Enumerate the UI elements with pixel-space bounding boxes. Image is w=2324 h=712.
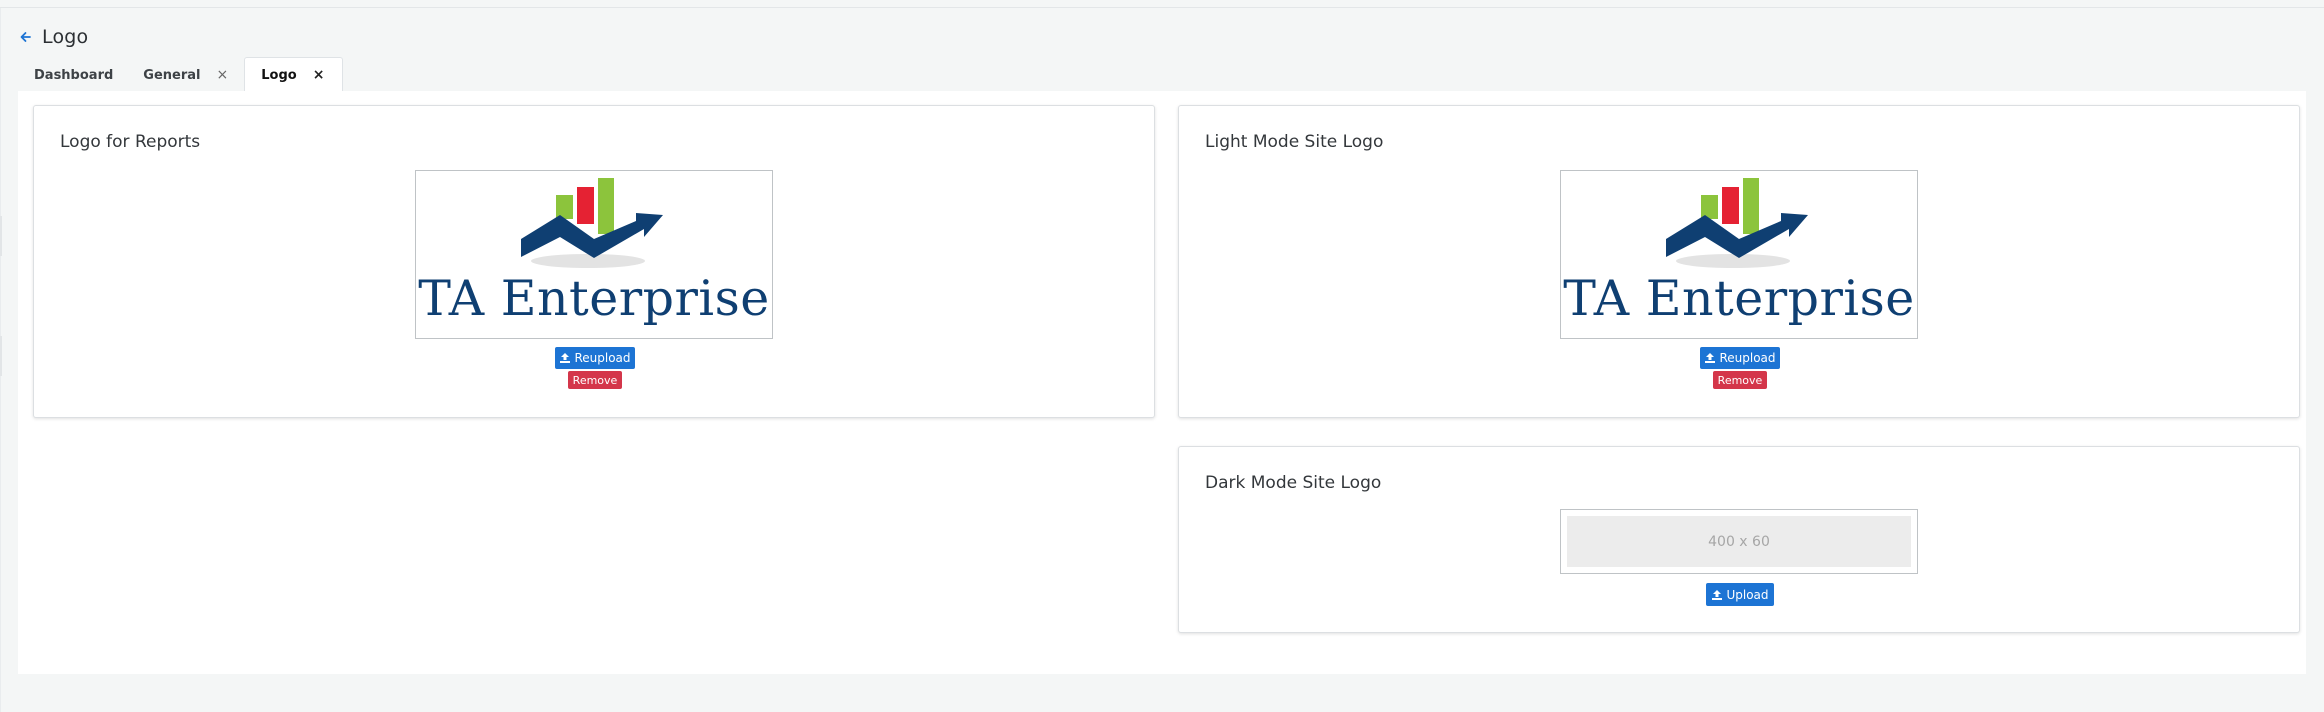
- logo-text: TA Enterprise: [1563, 270, 1915, 327]
- tab-bar: Dashboard General × Logo ×: [18, 56, 344, 92]
- content-panel: Logo for Reports TA Enterprise Reupload …: [18, 91, 2306, 674]
- tab-label: General: [143, 67, 201, 83]
- left-sidebar-marker: [0, 216, 2, 256]
- card-title: Logo for Reports: [60, 132, 201, 152]
- placeholder-image: 400 x 60: [1567, 516, 1911, 567]
- remove-button[interactable]: Remove: [1713, 371, 1767, 389]
- light-mode-logo-card: Light Mode Site Logo TA Enterprise Reupl…: [1178, 105, 2300, 418]
- close-icon[interactable]: ×: [217, 68, 229, 82]
- tab-label: Dashboard: [34, 67, 114, 83]
- left-sidebar-marker: [0, 336, 2, 376]
- tab-logo[interactable]: Logo ×: [244, 57, 344, 92]
- reports-logo-card: Logo for Reports TA Enterprise Reupload …: [33, 105, 1155, 418]
- button-label: Upload: [1726, 587, 1769, 602]
- light-mode-logo-preview: TA Enterprise: [1560, 170, 1918, 339]
- reports-logo-preview: TA Enterprise: [415, 170, 773, 339]
- placeholder-dimensions: 400 x 60: [1708, 533, 1770, 550]
- back-button[interactable]: [18, 27, 32, 47]
- button-label: Remove: [1717, 373, 1763, 387]
- page-title: Logo: [42, 26, 89, 48]
- card-title: Dark Mode Site Logo: [1205, 473, 1382, 493]
- tab-general[interactable]: General ×: [129, 59, 244, 91]
- reupload-button[interactable]: Reupload: [1700, 347, 1780, 369]
- logo-chart-graphic: [1666, 178, 1808, 268]
- remove-button[interactable]: Remove: [568, 371, 622, 389]
- button-label: Reupload: [1719, 351, 1776, 365]
- button-label: Remove: [572, 373, 618, 387]
- upload-icon: [1711, 589, 1723, 601]
- upload-icon: [1704, 352, 1716, 364]
- upload-icon: [559, 352, 571, 364]
- upload-button[interactable]: Upload: [1706, 583, 1774, 606]
- tab-label: Logo: [261, 67, 297, 83]
- arrow-left-icon: [20, 32, 31, 42]
- reupload-button[interactable]: Reupload: [555, 347, 635, 369]
- tab-dashboard[interactable]: Dashboard: [18, 59, 129, 91]
- dark-mode-logo-placeholder: 400 x 60: [1560, 509, 1918, 574]
- top-divider: [0, 7, 2324, 8]
- logo-text: TA Enterprise: [418, 270, 770, 327]
- card-title: Light Mode Site Logo: [1205, 132, 1384, 152]
- dark-mode-logo-card: Dark Mode Site Logo 400 x 60 Upload: [1178, 446, 2300, 633]
- close-icon[interactable]: ×: [313, 68, 325, 82]
- page-header: Logo: [18, 22, 88, 52]
- logo-chart-graphic: [521, 178, 663, 268]
- button-label: Reupload: [574, 351, 631, 365]
